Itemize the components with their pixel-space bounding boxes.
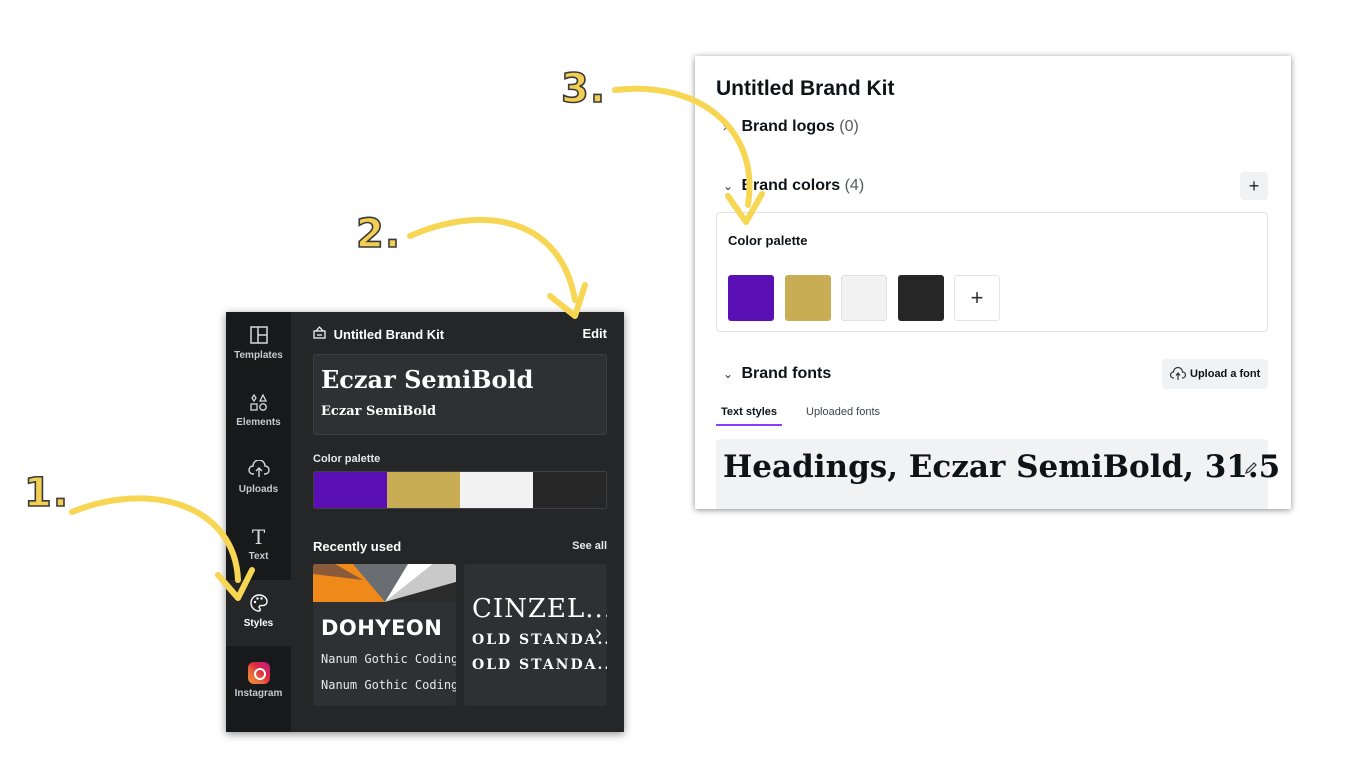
styles-content: Untitled Brand Kit Edit Eczar SemiBold E…: [313, 312, 607, 732]
sidebar-item-label: Elements: [236, 417, 281, 428]
heading-style-sample: Headings, Eczar SemiBold, 31.5: [723, 449, 1281, 485]
brand-color-swatch-black[interactable]: [898, 275, 944, 321]
chevron-right-icon[interactable]: ›: [595, 622, 602, 645]
palette-swatch-gold[interactable]: [387, 472, 460, 508]
sidebar-item-uploads[interactable]: Uploads: [226, 446, 291, 512]
tab-uploaded-fonts[interactable]: Uploaded fonts: [806, 406, 880, 418]
pencil-edit-icon[interactable]: [1244, 461, 1258, 480]
color-palette-label: Color palette: [313, 453, 381, 465]
brand-colors-section-toggle[interactable]: ⌄ Brand colors (4): [723, 177, 864, 195]
color-palette-box: Color palette +: [716, 212, 1268, 332]
brand-fonts-label: Brand fonts: [741, 365, 832, 382]
step-2-label: 2.: [355, 210, 402, 258]
sidebar-item-label: Instagram: [234, 688, 283, 699]
recent-style-2-line: OLD STANDA...: [472, 632, 607, 648]
brand-color-swatch-gold[interactable]: [785, 275, 831, 321]
sidebar-item-templates[interactable]: Templates: [226, 312, 291, 378]
palette-swatch-purple[interactable]: [314, 472, 387, 508]
edit-button[interactable]: Edit: [582, 326, 607, 341]
sidebar-item-styles[interactable]: Styles: [226, 580, 291, 646]
brand-kit-title-text: Untitled Brand Kit: [333, 327, 445, 342]
style-color-banner: [313, 564, 456, 602]
sidebar-item-text[interactable]: T Text: [226, 513, 291, 579]
recent-style-card-2[interactable]: CINZEL... OLD STANDA... OLD STANDA...: [464, 564, 607, 706]
tab-text-styles[interactable]: Text styles: [716, 406, 783, 426]
brand-logos-section-toggle[interactable]: › Brand logos (0): [723, 118, 859, 136]
brand-logos-label: Brand logos: [741, 118, 835, 135]
arrow-step-1: [69, 495, 241, 583]
chevron-down-icon: ⌄: [723, 367, 734, 381]
sidebar-item-label: Text: [248, 551, 269, 562]
step-1-label: 1.: [23, 469, 70, 517]
step-3-label: 3.: [560, 65, 607, 113]
brand-logos-count: (0): [839, 118, 859, 135]
chevron-right-icon: ›: [723, 120, 727, 134]
font-subheading-sample: Eczar SemiBold: [321, 404, 437, 419]
brand-color-swatch-purple[interactable]: [728, 275, 774, 321]
brand-kit-panel: Untitled Brand Kit › Brand logos (0) ⌄ B…: [695, 56, 1291, 509]
font-heading-sample: Eczar SemiBold: [321, 365, 534, 394]
upload-font-label: Upload a font: [1190, 368, 1261, 380]
side-rail: Templates Elements Uploads T Text Styles…: [226, 312, 291, 732]
palette-icon: [248, 594, 270, 614]
brand-colors-count: (4): [844, 177, 865, 194]
upload-font-button[interactable]: Upload a font: [1162, 359, 1268, 389]
brand-kit-title[interactable]: Untitled Brand Kit: [313, 326, 444, 342]
color-palette-title: Color palette: [728, 233, 808, 248]
palette-swatch-black[interactable]: [533, 472, 606, 508]
instagram-icon: [247, 662, 270, 684]
tutorial-canvas: 1. 2. 3. Templates Elements Uploads T Te…: [0, 0, 1366, 768]
upload-cloud-icon: [247, 459, 270, 480]
recent-style-1-heading: DOHYEON: [321, 616, 443, 640]
sidebar-item-label: Styles: [243, 618, 274, 629]
recent-style-1-line: Nanum Gothic Coding: [321, 652, 456, 666]
templates-icon: [248, 326, 270, 346]
see-all-link[interactable]: See all: [572, 540, 607, 552]
text-icon: T: [251, 525, 266, 549]
brand-font-card[interactable]: Eczar SemiBold Eczar SemiBold: [313, 354, 607, 435]
brand-kit-header: Untitled Brand Kit Edit: [313, 326, 607, 346]
chevron-down-icon: ⌄: [723, 179, 734, 193]
canva-styles-panel: Templates Elements Uploads T Text Styles…: [226, 312, 624, 732]
palette-swatch-white[interactable]: [460, 472, 533, 508]
add-palette-button[interactable]: +: [1240, 172, 1268, 200]
brand-fonts-section-toggle[interactable]: ⌄ Brand fonts: [723, 365, 831, 383]
recently-used-label: Recently used: [313, 539, 402, 554]
upload-cloud-icon: [1169, 360, 1187, 391]
brand-color-swatch-white[interactable]: [841, 275, 887, 321]
brand-kit-page-title: Untitled Brand Kit: [716, 77, 895, 100]
recent-style-2-heading: CINZEL...: [472, 594, 607, 624]
arrow-step-2: [407, 216, 578, 303]
recent-style-2-line: OLD STANDA...: [472, 657, 607, 673]
sidebar-item-label: Uploads: [238, 484, 279, 495]
heading-style-row[interactable]: Headings, Eczar SemiBold, 31.5: [716, 439, 1280, 509]
add-color-button[interactable]: +: [954, 275, 1000, 321]
recent-style-1-line: Nanum Gothic Coding: [321, 678, 456, 692]
sidebar-item-elements[interactable]: Elements: [226, 379, 291, 445]
sidebar-item-label: Templates: [234, 350, 283, 361]
elements-icon: [248, 393, 270, 413]
sidebar-item-instagram[interactable]: Instagram: [226, 648, 291, 714]
recent-style-card-1[interactable]: DOHYEON Nanum Gothic Coding Nanum Gothic…: [313, 564, 456, 706]
color-palette-strip: [313, 471, 607, 509]
brand-colors-label: Brand colors: [741, 177, 841, 194]
brand-kit-icon: [313, 326, 330, 342]
